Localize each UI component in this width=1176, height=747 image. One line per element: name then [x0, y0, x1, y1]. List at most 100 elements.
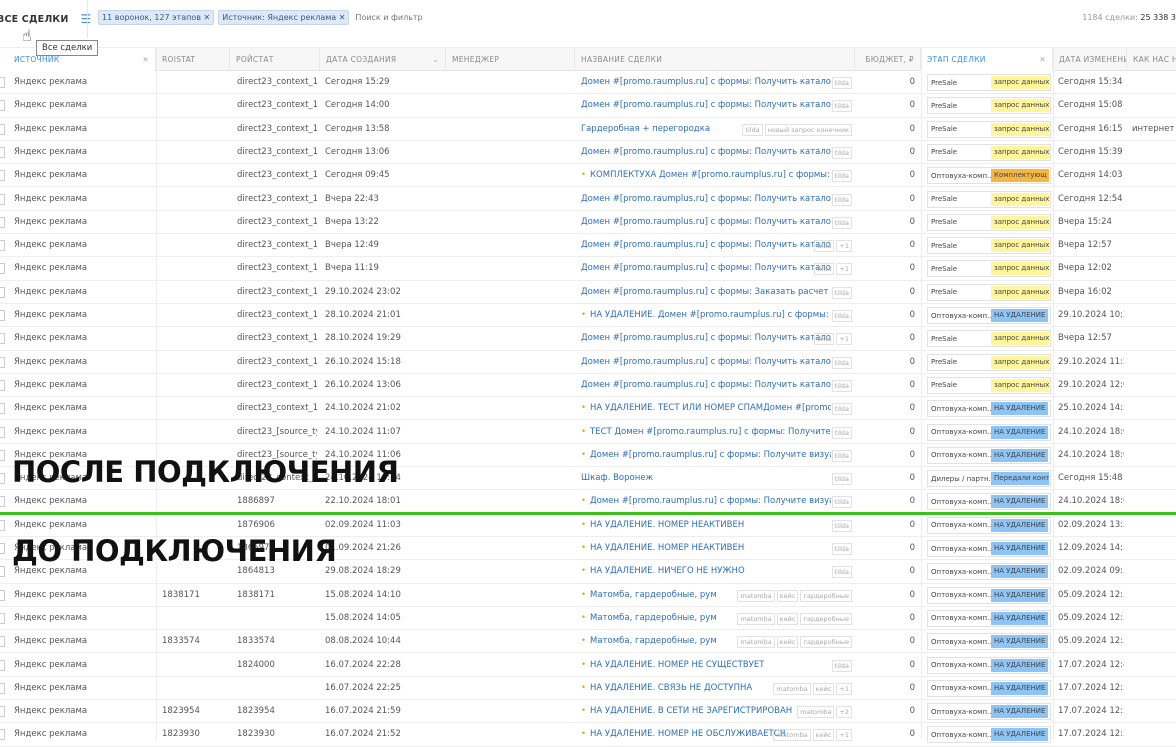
- tag[interactable]: tilda: [831, 310, 852, 322]
- table-row[interactable]: Яндекс реклама 1824000 16.07.2024 22:28 …: [0, 654, 1176, 677]
- deal-name-link[interactable]: Домен #[promo.raumplus.ru] с формы: Полу…: [581, 351, 831, 374]
- stage-badge[interactable]: Оптовуха-комп... НА УДАЛЕНИЕ: [927, 633, 1051, 651]
- tag[interactable]: tilda: [831, 496, 852, 509]
- tag[interactable]: tilda: [831, 193, 852, 206]
- tag[interactable]: tilda: [831, 403, 852, 416]
- row-checkbox[interactable]: [0, 426, 5, 438]
- deal-name-link[interactable]: • НА УДАЛЕНИЕ. НОМЕР НЕАКТИВЕН: [581, 537, 744, 560]
- tag[interactable]: кейс: [776, 636, 799, 649]
- close-icon[interactable]: ✕: [204, 13, 211, 22]
- deal-name-link[interactable]: • Домен #[promo.raumplus.ru] с формы: Пол…: [581, 444, 831, 467]
- filter-chip-pipelines[interactable]: 11 воронок, 127 этапов ✕: [98, 10, 215, 25]
- tag[interactable]: tilda: [831, 286, 852, 299]
- tag[interactable]: tilda: [814, 240, 835, 253]
- menu-icon[interactable]: ☰: [81, 12, 92, 26]
- tag[interactable]: гардеробные: [800, 636, 852, 649]
- tag[interactable]: гардеробные: [800, 612, 852, 625]
- col-roistat[interactable]: ROISTAT: [156, 48, 230, 71]
- tag[interactable]: tilda: [831, 100, 852, 113]
- table-row[interactable]: Яндекс реклама direct23_context_16 29.10…: [0, 281, 1176, 304]
- table-row[interactable]: Яндекс реклама 1823930 1823930 16.07.202…: [0, 723, 1176, 747]
- stage-badge[interactable]: Оптовуха-комп... НА УДАЛЕНИЕ: [927, 423, 1051, 441]
- row-checkbox[interactable]: [0, 263, 5, 275]
- row-checkbox[interactable]: [0, 123, 5, 135]
- tag[interactable]: tilda: [831, 519, 852, 532]
- table-row[interactable]: Яндекс реклама 1886897 22.10.2024 18:01 …: [0, 490, 1176, 514]
- row-checkbox[interactable]: [0, 356, 5, 368]
- deal-name-link[interactable]: • НА УДАЛЕНИЕ. НОМЕР НЕ СУЩЕСТВУЕТ: [581, 654, 764, 677]
- tag[interactable]: matomba: [737, 589, 775, 602]
- table-row[interactable]: Яндекс реклама direct23_context_16 Вчера…: [0, 211, 1176, 235]
- tag[interactable]: tilda: [831, 449, 852, 462]
- tag[interactable]: tilda: [831, 543, 852, 555]
- deal-name-link[interactable]: • Домен #[promo.raumplus.ru] с формы: Пол…: [581, 490, 831, 513]
- table-row[interactable]: Яндекс реклама direct23_context_16 28.10…: [0, 327, 1176, 351]
- row-checkbox[interactable]: [0, 636, 5, 648]
- col-created[interactable]: ДАТА СОЗДАНИЯ ⌄: [320, 48, 446, 71]
- table-row[interactable]: Яндекс реклама direct23_context_16 Вчера…: [0, 234, 1176, 258]
- row-checkbox[interactable]: [0, 496, 5, 508]
- stage-badge[interactable]: Оптовуха-комп... Комплектующ: [927, 167, 1051, 185]
- stage-badge[interactable]: PreSale запрос данных 1: [927, 376, 1051, 394]
- tag[interactable]: кейс: [776, 612, 799, 625]
- row-checkbox[interactable]: [0, 403, 5, 415]
- row-checkbox[interactable]: [0, 449, 5, 461]
- col-how[interactable]: КАК НАС НА: [1127, 48, 1176, 71]
- col-manager[interactable]: МЕНЕДЖЕР: [446, 48, 575, 71]
- col-changed[interactable]: ДАТА ИЗМЕНЕНИ: [1053, 48, 1127, 71]
- tag[interactable]: tilda: [831, 146, 852, 159]
- filter-chip-source[interactable]: Источник: Яндекс реклама ✕: [218, 10, 350, 25]
- tag[interactable]: matomba: [773, 729, 811, 742]
- tag[interactable]: кейс: [776, 589, 799, 602]
- table-row[interactable]: Яндекс реклама direct23_context_16 Сегод…: [0, 94, 1176, 118]
- table-row[interactable]: Яндекс реклама direct23_context_16 26.10…: [0, 374, 1176, 398]
- tag[interactable]: matomba: [773, 682, 811, 695]
- close-icon[interactable]: ✕: [142, 48, 149, 71]
- stage-badge[interactable]: Оптовуха-комп... НА УДАЛЕНИЕ: [927, 493, 1051, 511]
- deal-name-link[interactable]: Домен #[promo.raumplus.ru] с формы: Полу…: [581, 141, 831, 164]
- tag[interactable]: tilda: [831, 426, 852, 439]
- row-checkbox[interactable]: [0, 543, 5, 554]
- table-row[interactable]: Яндекс реклама direct23_context_16 Вчера…: [0, 188, 1176, 211]
- deal-name-link[interactable]: • НА УДАЛЕНИЕ. НОМЕР НЕАКТИВЕН: [581, 514, 744, 537]
- table-row[interactable]: Яндекс реклама direct23_context_16 Вчера…: [0, 257, 1176, 281]
- row-checkbox[interactable]: [0, 706, 5, 718]
- row-checkbox[interactable]: [0, 216, 5, 228]
- stage-badge[interactable]: Оптовуха-комп... НА УДАЛЕНИЕ: [927, 307, 1051, 324]
- close-icon[interactable]: ✕: [339, 13, 346, 22]
- col-name[interactable]: НАЗВАНИЕ СДЕЛКИ: [575, 48, 855, 71]
- stage-badge[interactable]: Оптовуха-комп... НА УДАЛЕНИЕ: [927, 586, 1051, 604]
- tag[interactable]: +1: [836, 729, 852, 742]
- tag[interactable]: tilda: [814, 263, 835, 276]
- row-checkbox[interactable]: [0, 659, 5, 671]
- stage-badge[interactable]: PreSale запрос данных 1: [927, 120, 1051, 138]
- stage-badge[interactable]: PreSale запрос данных 1: [927, 260, 1051, 278]
- deal-name-link[interactable]: Домен #[promo.raumplus.ru] с формы: Полу…: [581, 188, 831, 211]
- deal-name-link[interactable]: Домен #[promo.raumplus.ru] с формы: Полу…: [581, 374, 831, 397]
- stage-badge[interactable]: PreSale запрос данных 1: [927, 74, 1051, 91]
- tag[interactable]: tilda: [831, 170, 852, 183]
- deal-name-link[interactable]: Домен #[promo.raumplus.ru] с формы: Полу…: [581, 257, 831, 280]
- table-row[interactable]: Яндекс реклама direct23_context_16 26.10…: [0, 351, 1176, 374]
- row-checkbox[interactable]: [0, 519, 5, 531]
- chevron-down-icon[interactable]: ⌄: [432, 48, 439, 71]
- tag[interactable]: кейс: [812, 682, 835, 695]
- table-row[interactable]: Яндекс реклама 1838171 1838171 15.08.202…: [0, 584, 1176, 607]
- stage-badge[interactable]: PreSale запрос данных 1: [927, 97, 1051, 115]
- row-checkbox[interactable]: [0, 310, 5, 321]
- stage-badge[interactable]: Дилеры / партн... Передали конт: [927, 470, 1051, 488]
- stage-badge[interactable]: PreSale запрос данных 1: [927, 237, 1051, 255]
- row-checkbox[interactable]: [0, 379, 5, 391]
- deal-name-link[interactable]: Гардеробная + перегородка: [581, 118, 710, 141]
- tag[interactable]: tilda: [742, 123, 763, 136]
- col-roystat[interactable]: РОЙСТАТ: [230, 48, 320, 71]
- row-checkbox[interactable]: [0, 146, 5, 158]
- row-checkbox[interactable]: [0, 473, 5, 485]
- stage-badge[interactable]: PreSale запрос данных 1: [927, 353, 1051, 371]
- stage-badge[interactable]: Оптовуха-комп... НА УДАЛЕНИЕ: [927, 563, 1051, 581]
- table-row[interactable]: Яндекс реклама direct23_context_16 Сегод…: [0, 141, 1176, 165]
- tag[interactable]: matomba: [737, 636, 775, 649]
- stage-badge[interactable]: PreSale запрос данных 1: [927, 213, 1051, 231]
- stage-badge[interactable]: Оптовуха-комп... НА УДАЛЕНИЕ: [927, 516, 1051, 534]
- table-row[interactable]: Яндекс реклама direct23_context_16 28.10…: [0, 304, 1176, 328]
